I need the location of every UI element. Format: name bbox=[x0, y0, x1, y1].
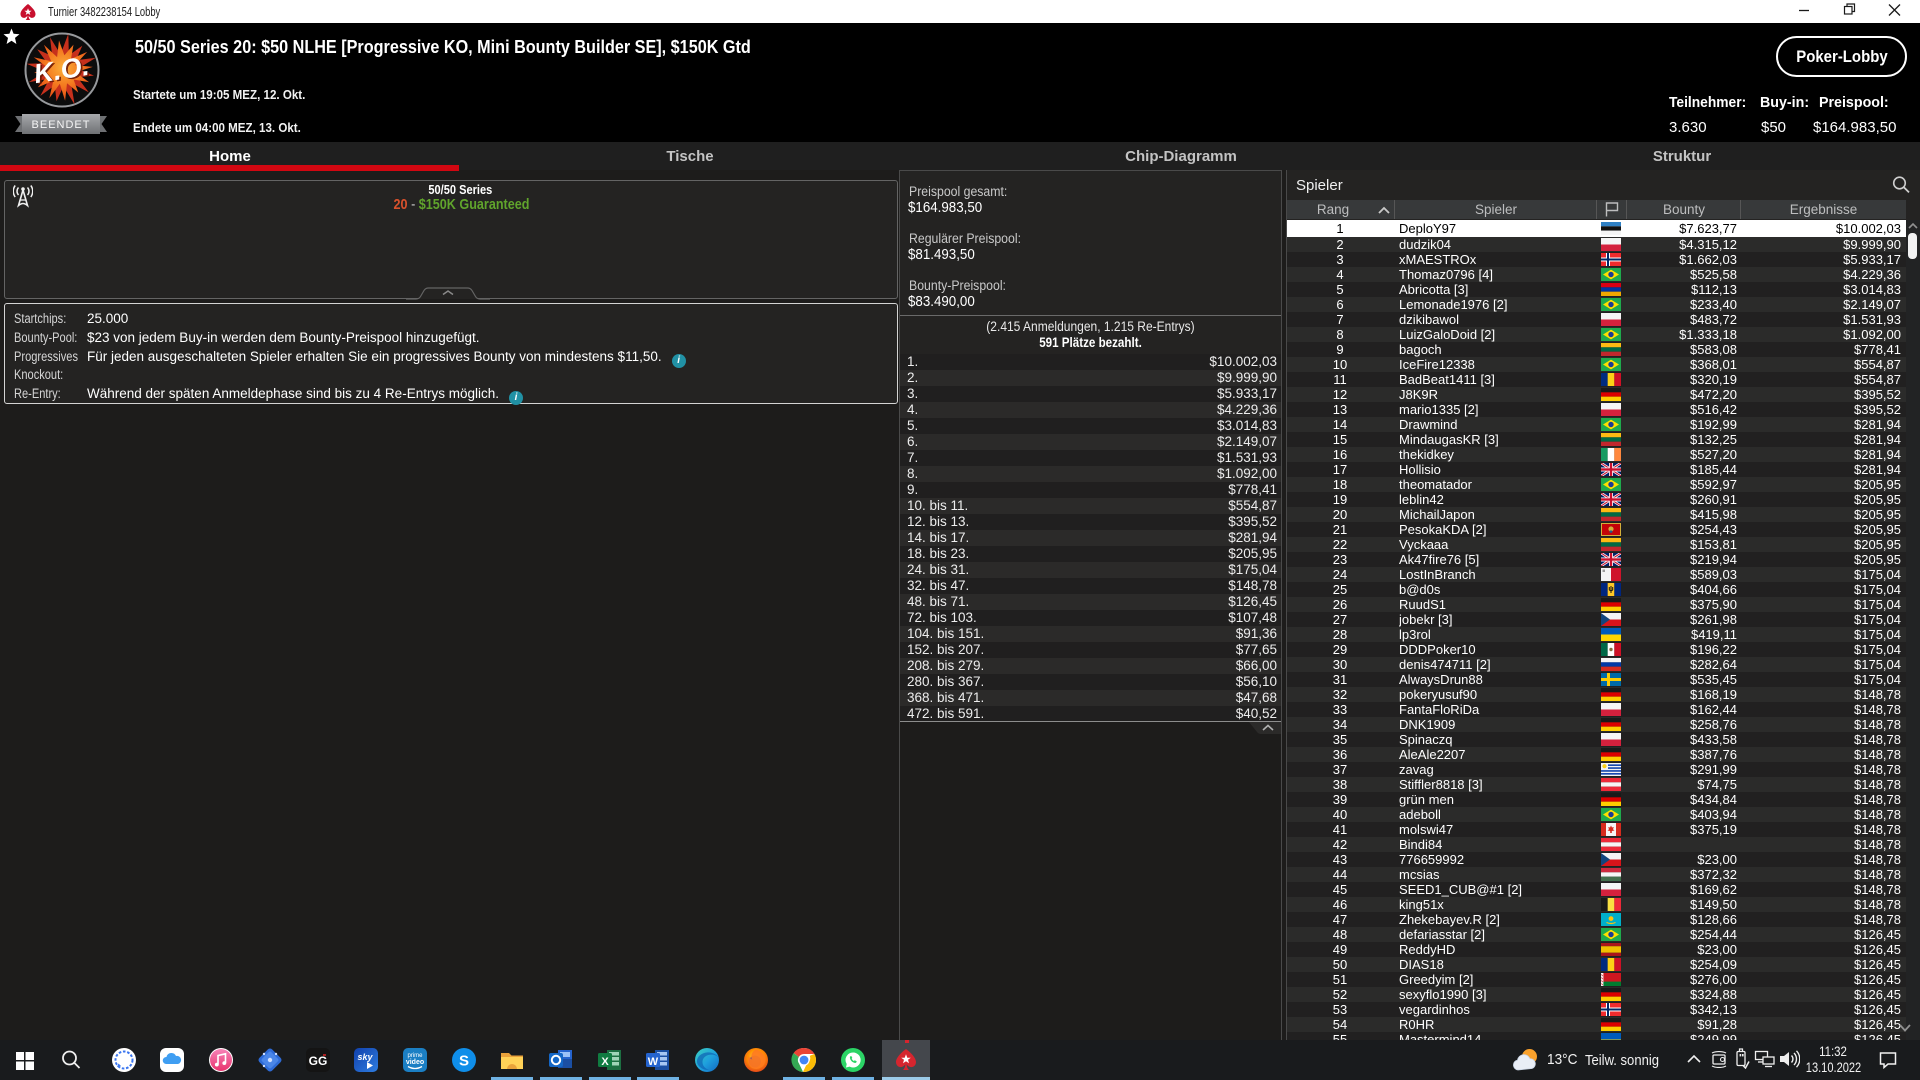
svg-text:video: video bbox=[406, 1059, 424, 1066]
svg-text:sky: sky bbox=[357, 1052, 373, 1062]
svg-text:W: W bbox=[648, 1056, 659, 1068]
svg-text:X: X bbox=[601, 1056, 609, 1068]
svg-text:BEENDET: BEENDET bbox=[32, 119, 91, 131]
svg-text:GG: GG bbox=[309, 1054, 328, 1068]
svg-text:S: S bbox=[459, 1053, 469, 1070]
